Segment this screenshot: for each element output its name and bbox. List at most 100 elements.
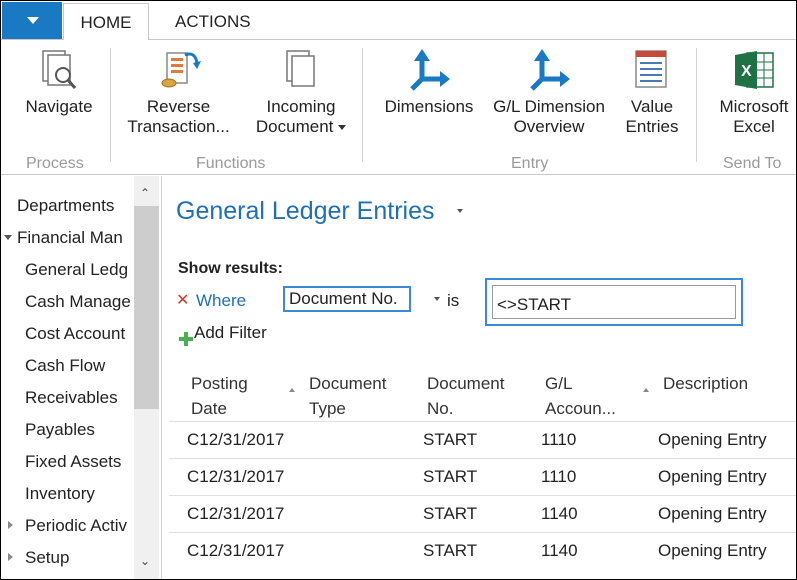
incoming-label-2: Document [246, 117, 356, 137]
navigate-button[interactable]: Navigate [19, 49, 99, 117]
cell-description: Opening Entry [658, 504, 767, 523]
incoming-label-2-text: Document [255, 117, 334, 136]
microsoft-excel-button[interactable]: X Microsoft Excel [709, 49, 796, 137]
cell-gl-account: 1140 [541, 541, 578, 560]
value-entries-icon [635, 50, 667, 88]
cell-document-no: START [423, 467, 478, 486]
reverse-transaction-icon [161, 52, 201, 88]
value-entries-button[interactable]: Value Entries [616, 49, 688, 137]
sidebar-item-financial-management[interactable]: Financial Man [17, 228, 134, 248]
cell-document-no: START [423, 504, 478, 523]
sidebar-item-periodic-activities[interactable]: Periodic Activ [25, 516, 134, 536]
navigate-icon [42, 50, 77, 89]
cell-posting-date: C12/31/2017 [187, 430, 285, 449]
scrollbar-thumb[interactable] [134, 206, 159, 409]
header-text: G/L [545, 374, 573, 393]
collapsed-icon[interactable] [8, 521, 13, 529]
cell-posting-date: C12/31/2017 [187, 504, 285, 523]
excel-label-1: Microsoft [719, 97, 789, 116]
title-menu-caret-icon[interactable] [457, 209, 463, 213]
app-menu-button[interactable] [2, 2, 62, 39]
navigation-pane: ⌃ ⌄ Departments Financial Man General Le… [1, 176, 162, 579]
tab-actions[interactable]: ACTIONS [175, 12, 251, 32]
ribbon: Navigate Reverse Transaction... Incoming [1, 39, 796, 175]
filter-value-input[interactable] [492, 285, 736, 319]
reverse-label-2: Transaction... [127, 117, 230, 136]
scroll-down-icon[interactable]: ⌄ [140, 554, 150, 568]
column-header-document-type[interactable]: Document Type [309, 371, 386, 421]
column-header-gl-account[interactable]: G/L Accoun... [545, 371, 616, 421]
sidebar-item-cash-management[interactable]: Cash Manage [25, 292, 134, 312]
table-row[interactable]: C12/31/2017 START 1110 Opening Entry [169, 421, 796, 459]
incoming-document-button[interactable]: Incoming Document [246, 49, 356, 137]
filter-operator-label: is [447, 291, 460, 310]
header-text: Document [309, 374, 387, 393]
cell-description: Opening Entry [658, 541, 767, 560]
gl-dim-label-1: G/L Dimension [493, 97, 605, 116]
where-label: Where [196, 291, 247, 310]
dimensions-button[interactable]: Dimensions [379, 49, 479, 117]
table-row[interactable]: C12/31/2017 START 1140 Opening Entry [169, 532, 796, 570]
excel-icon: X [735, 51, 774, 89]
incoming-label-1: Incoming [266, 97, 336, 116]
group-divider [362, 48, 363, 162]
window: HOME ACTIONS Navigate Reverse Transactio… [0, 0, 797, 580]
page-title: General Ledger Entries [176, 197, 435, 225]
header-text: Description [663, 374, 749, 393]
add-filter-button[interactable]: Add Filter [194, 323, 267, 343]
incoming-document-icon [286, 50, 315, 87]
dimensions-icon [410, 49, 450, 91]
header-text: No. [427, 399, 454, 418]
sidebar-item-cost-accounting[interactable]: Cost Account [25, 324, 134, 344]
header-text: Date [191, 399, 227, 418]
table-row[interactable]: C12/31/2017 START 1110 Opening Entry [169, 458, 796, 496]
header-text: Type [309, 399, 346, 418]
sidebar-item-setup[interactable]: Setup [25, 548, 134, 568]
column-header-posting-date[interactable]: Posting Date [191, 371, 248, 421]
ribbon-tab-bar: HOME ACTIONS [1, 1, 796, 40]
header-text: Document [427, 374, 505, 393]
column-header-document-no[interactable]: Document No. [427, 371, 504, 421]
sidebar-item-general-ledger[interactable]: General Ledg [25, 260, 134, 280]
reverse-transaction-button[interactable]: Reverse Transaction... [121, 49, 236, 137]
group-divider [696, 48, 697, 162]
dimensions-label: Dimensions [384, 97, 474, 116]
sidebar-item-cash-flow[interactable]: Cash Flow [25, 356, 134, 376]
table-row[interactable]: C12/31/2017 START 1140 Opening Entry [169, 495, 796, 533]
sidebar-item-inventory[interactable]: Inventory [25, 484, 134, 504]
dropdown-caret-icon [338, 125, 347, 131]
scroll-up-icon[interactable]: ⌃ [140, 186, 150, 200]
sidebar-item-receivables[interactable]: Receivables [25, 388, 134, 408]
expanded-icon[interactable] [4, 235, 12, 240]
sidebar-item-fixed-assets[interactable]: Fixed Assets [25, 452, 134, 472]
column-header-description[interactable]: Description [663, 371, 748, 396]
cell-document-no: START [423, 430, 478, 449]
gl-dimension-overview-button[interactable]: G/L Dimension Overview [485, 49, 613, 137]
sidebar-item-payables[interactable]: Payables [25, 420, 134, 440]
cell-gl-account: 1110 [541, 430, 577, 449]
cell-description: Opening Entry [658, 467, 767, 486]
sort-icon[interactable] [643, 388, 649, 392]
filter-field-select[interactable]: Document No. [283, 286, 411, 312]
cell-document-no: START [423, 541, 478, 560]
sidebar-item-departments[interactable]: Departments [17, 196, 134, 216]
svg-text:X: X [741, 63, 752, 80]
collapsed-icon[interactable] [8, 553, 13, 561]
show-results-label: Show results: [178, 260, 283, 277]
chevron-down-icon [27, 17, 39, 24]
group-label-process: Process [26, 155, 84, 172]
sort-icon[interactable] [289, 388, 295, 392]
cell-description: Opening Entry [658, 430, 767, 449]
cell-posting-date: C12/31/2017 [187, 541, 285, 560]
remove-filter-icon[interactable]: ✕ [176, 290, 189, 310]
navigate-label: Navigate [25, 97, 93, 116]
cell-gl-account: 1110 [541, 467, 577, 486]
group-label-functions: Functions [196, 155, 266, 172]
tab-home[interactable]: HOME [63, 3, 149, 40]
header-text: Accoun... [545, 399, 616, 418]
value-label-1: Value [630, 97, 674, 116]
cell-gl-account: 1140 [541, 504, 578, 523]
add-filter-icon[interactable] [179, 332, 193, 346]
group-label-entry: Entry [511, 155, 549, 172]
field-dropdown-caret-icon[interactable] [434, 297, 440, 301]
